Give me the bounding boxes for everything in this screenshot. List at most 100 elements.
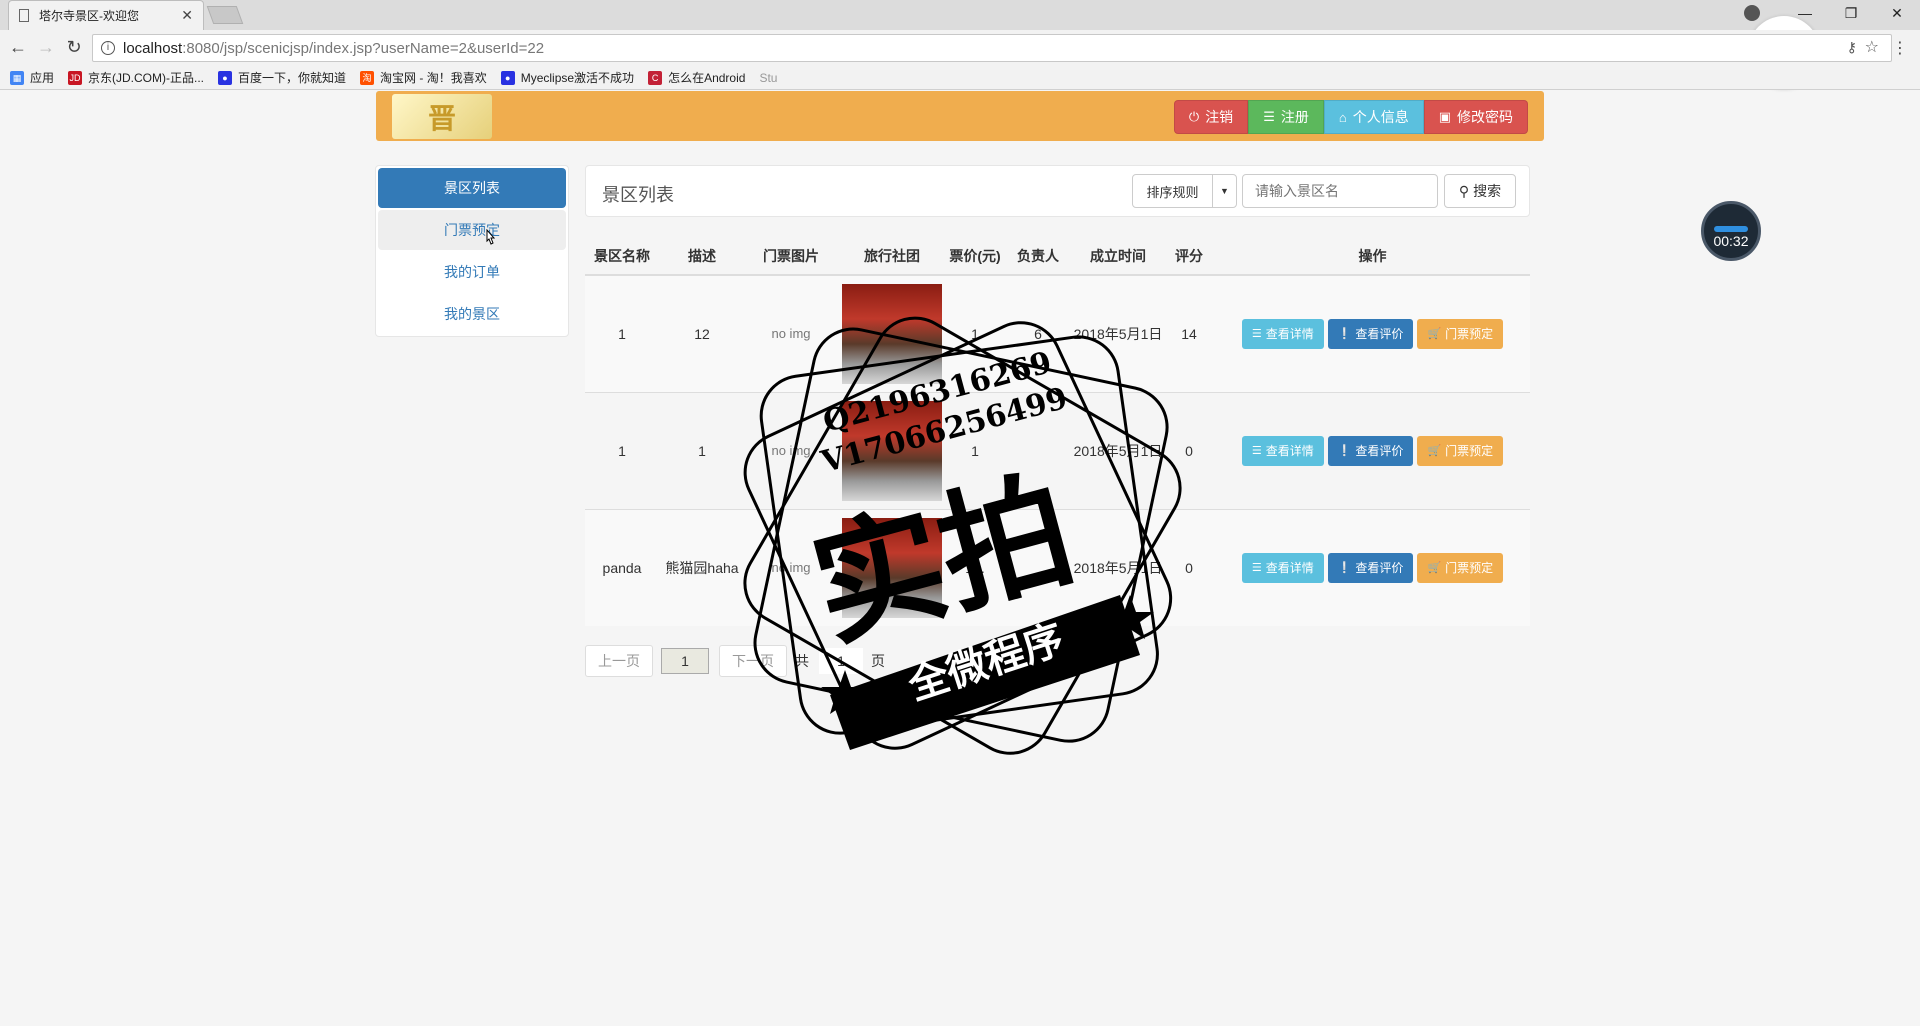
cell-desc: 1 xyxy=(659,391,745,509)
tour-group-cell xyxy=(837,274,947,392)
star-icon[interactable]: ☆ xyxy=(1865,37,1879,57)
new-tab-button[interactable] xyxy=(206,6,244,24)
sort-dropdown[interactable]: 排序规则 ▼ xyxy=(1132,174,1237,208)
tour-group-image xyxy=(842,283,942,384)
sidebar-item-my-scenic[interactable]: 我的景区 xyxy=(378,294,566,334)
cell-manager xyxy=(1003,391,1073,509)
screen-recorder-widget[interactable]: 00:32 xyxy=(1701,201,1761,261)
cell-actions: ☰ 查看详情 ❕ 查看评价 🛒 门票预定 xyxy=(1215,508,1530,626)
cell-price: 15. xyxy=(947,508,1003,626)
search-input[interactable] xyxy=(1242,174,1438,208)
list-icon: ☰ xyxy=(1251,562,1262,575)
bookmark-android[interactable]: C 怎么在Android xyxy=(648,69,745,86)
cart-icon: 🛒 xyxy=(1427,445,1442,457)
apps-grid-icon: ▦ xyxy=(10,70,24,85)
browser-tab[interactable]: 塔尔寺景区-欢迎您 ✕ xyxy=(8,0,204,30)
search-button[interactable]: ⚲ 搜索 xyxy=(1444,174,1516,208)
mouse-cursor-icon xyxy=(486,229,496,245)
sidebar-item-ticket-booking[interactable]: 门票预定 xyxy=(378,210,566,250)
jd-icon: JD xyxy=(68,70,83,85)
book-ticket-button[interactable]: 🛒 门票预定 xyxy=(1417,318,1504,349)
list-panel-header: 景区列表 排序规则 ▼ ⚲ 搜索 xyxy=(585,165,1530,217)
sidebar-item-my-orders[interactable]: 我的订单 xyxy=(378,252,566,292)
tour-group-image xyxy=(842,400,942,501)
column-header: 操作 xyxy=(1215,237,1530,276)
search-icon: ⚲ xyxy=(1458,182,1470,199)
taobao-icon: 淘 xyxy=(360,70,375,85)
site-logo[interactable]: 晋 xyxy=(392,94,492,139)
reload-icon[interactable]: ↻ xyxy=(62,36,86,60)
cell-score: 14 xyxy=(1163,274,1215,392)
view-reviews-button[interactable]: ❕ 查看评价 xyxy=(1327,552,1414,583)
caret-down-icon[interactable]: ▼ xyxy=(1213,175,1236,207)
info-circle-icon: ❕ xyxy=(1337,562,1352,575)
cell-actions: ☰ 查看详情 ❕ 查看评价 🛒 门票预定 xyxy=(1215,274,1530,392)
close-window-icon[interactable]: ✕ xyxy=(1874,0,1920,30)
bookmark-jd[interactable]: JD 京东(JD.COM)-正品... xyxy=(68,69,204,86)
table-header-row: 景区名称 描述 门票图片 旅行社团 票价(元) 负责人 成立时间 评分 操作 xyxy=(585,237,1530,276)
main-content: 景区列表 排序规则 ▼ ⚲ 搜索 景区名称 描述 门票图片 旅行社团 票价(元)… xyxy=(585,165,1530,677)
sort-label: 排序规则 xyxy=(1133,175,1213,207)
tab-title: 塔尔寺景区-欢迎您 xyxy=(39,9,139,23)
cell-score: 0 xyxy=(1163,508,1215,626)
view-details-button[interactable]: ☰ 查看详情 xyxy=(1241,318,1324,349)
power-icon: ⏻ xyxy=(1188,109,1200,124)
document-icon xyxy=(19,9,29,22)
list-icon: ☰ xyxy=(1263,109,1275,124)
column-header: 旅行社团 xyxy=(837,237,947,276)
page-title: 景区列表 xyxy=(602,185,674,205)
table-row: 1 1 no img 1 2018年5月1日 0 ☰ 查看详情 ❕ 查看评价 🛒 门票… xyxy=(585,391,1530,509)
ticket-image: no img xyxy=(745,391,837,509)
key-icon[interactable]: ⚷ xyxy=(1847,39,1857,56)
ticket-image: no img xyxy=(745,508,837,626)
change-password-button[interactable]: ▣ 修改密码 xyxy=(1423,100,1528,134)
current-page-input[interactable]: 1 xyxy=(661,648,709,674)
prev-page-button[interactable]: 上一页 xyxy=(585,645,653,677)
back-arrow-icon[interactable]: ← xyxy=(6,36,30,60)
tab-close-icon[interactable]: ✕ xyxy=(181,7,193,24)
book-ticket-button[interactable]: 🛒 门票预定 xyxy=(1417,435,1504,466)
column-header: 票价(元) xyxy=(947,237,1003,276)
cell-price: 1 xyxy=(947,391,1003,509)
column-header: 评分 xyxy=(1163,237,1215,276)
next-page-button[interactable]: 下一页 xyxy=(719,645,787,677)
bookmark-myeclipse[interactable]: ● Myeclipse激活不成功 xyxy=(500,69,634,86)
forward-arrow-icon[interactable]: → xyxy=(34,36,58,60)
register-button[interactable]: ☰ 注册 xyxy=(1248,100,1324,134)
bookmark-baidu[interactable]: ● 百度一下，你就知道 xyxy=(218,69,346,86)
url-path: :8080/jsp/scenicjsp/index.jsp?userName=2… xyxy=(182,39,545,57)
column-header: 描述 xyxy=(659,237,745,276)
url-host: localhost xyxy=(123,39,183,57)
site-header: 晋 ⏻ 注销 ☰ 注册 ⌂ 个人信息 ▣ 修改密码 xyxy=(376,91,1544,141)
address-bar[interactable]: i localhost :8080/jsp/scenicjsp/index.js… xyxy=(92,34,1892,62)
total-prefix: 共 xyxy=(795,653,809,669)
view-details-button[interactable]: ☰ 查看详情 xyxy=(1241,435,1324,466)
cell-desc: 熊猫园haha xyxy=(659,508,745,626)
table-row: 1 12 no img 1 6 2018年5月1日 14 ☰ 查看详情 ❕ 查看评价… xyxy=(585,274,1530,392)
tour-group-cell xyxy=(837,391,947,509)
menu-dots-icon[interactable]: ⋮ xyxy=(1892,38,1908,58)
recorder-time: 00:32 xyxy=(1713,233,1749,249)
cell-manager: 6 xyxy=(1003,274,1073,392)
view-reviews-button[interactable]: ❕ 查看评价 xyxy=(1327,435,1414,466)
total-pages: 1 xyxy=(819,648,863,674)
wave-icon xyxy=(1714,226,1748,232)
bookmark-stu[interactable]: Stu xyxy=(759,71,777,85)
cart-icon: 🛒 xyxy=(1427,562,1442,575)
view-reviews-button[interactable]: ❕ 查看评价 xyxy=(1327,318,1414,349)
restore-icon[interactable]: ❐ xyxy=(1828,0,1874,30)
info-icon[interactable]: i xyxy=(101,41,115,55)
logout-button[interactable]: ⏻ 注销 xyxy=(1173,100,1249,134)
book-ticket-button[interactable]: 🛒 门票预定 xyxy=(1417,552,1504,583)
view-details-button[interactable]: ☰ 查看详情 xyxy=(1241,552,1324,583)
sidebar-item-scenic-list[interactable]: 景区列表 xyxy=(378,168,566,208)
cell-name: panda xyxy=(585,508,659,626)
profile-button[interactable]: ⌂ 个人信息 xyxy=(1323,100,1424,134)
cell-score: 0 xyxy=(1163,391,1215,509)
bookmark-apps[interactable]: ▦ 应用 xyxy=(10,69,54,86)
column-header: 门票图片 xyxy=(745,237,837,276)
table-row: panda 熊猫园haha no img 15. 2018年5月1日 0 ☰ 查看… xyxy=(585,508,1530,626)
csdn-icon: C xyxy=(648,70,663,85)
cell-date: 2018年5月1日 xyxy=(1073,274,1163,392)
bookmark-taobao[interactable]: 淘 淘宝网 - 淘！我喜欢 xyxy=(360,69,487,86)
